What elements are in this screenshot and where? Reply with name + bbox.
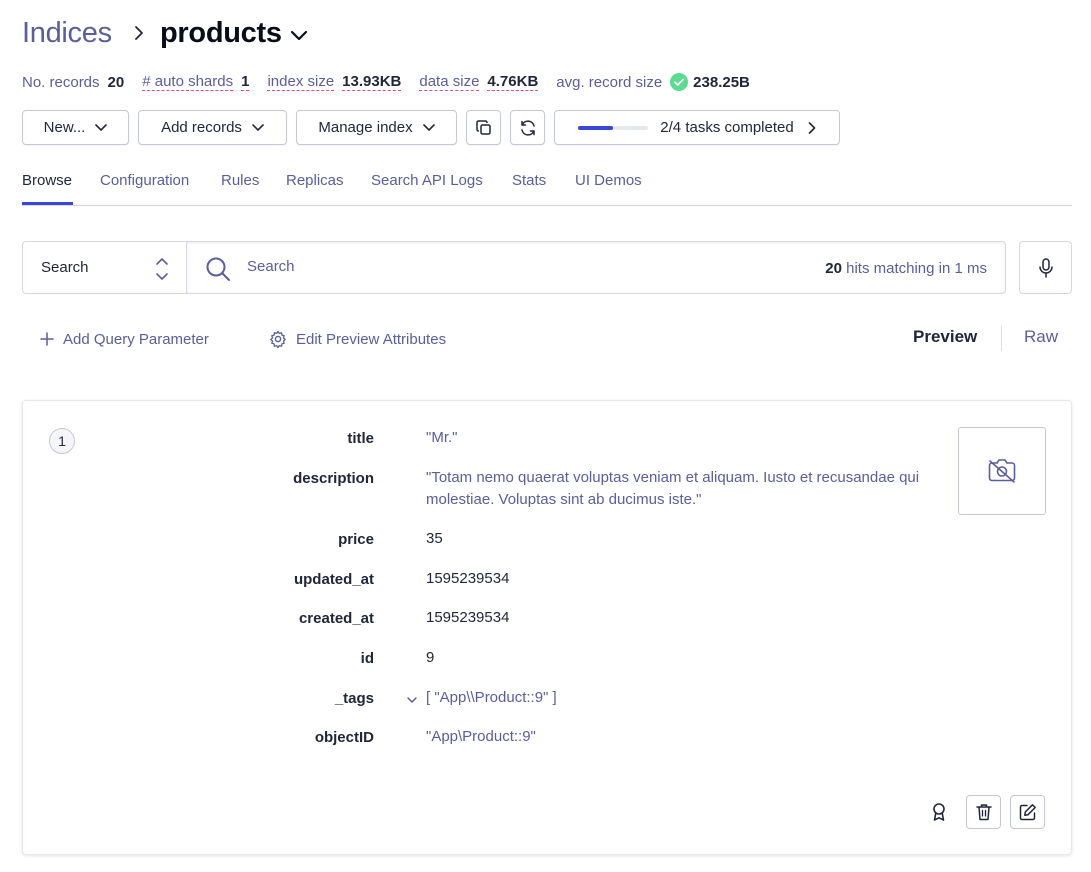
attr-value-tags: [ "App\\Product::9" ]: [426, 689, 557, 706]
stat-value-data-size: 4.76KB: [487, 72, 539, 91]
chevron-right-icon: [135, 26, 143, 40]
index-tabs: Browse Configuration Rules Replicas Sear…: [22, 168, 1072, 206]
delete-record-button[interactable]: [966, 795, 1001, 829]
chevron-down-icon: [95, 123, 108, 131]
attr-value-price: 35: [426, 530, 443, 547]
chevron-down-icon[interactable]: [405, 693, 419, 707]
record-image-placeholder: [958, 427, 1046, 515]
chevron-down-icon: [422, 123, 435, 131]
check-circle-icon: [670, 73, 689, 91]
tasks-progress-fill: [578, 125, 614, 130]
hits-count: 20: [825, 260, 842, 277]
record-card: 1 title "Mr." description "Totam nemo qu…: [22, 400, 1072, 855]
index-stats: No. records 20 # auto shards 1 index siz…: [22, 72, 768, 92]
microphone-icon: [1038, 257, 1053, 278]
tab-search-api-logs[interactable]: Search API Logs: [371, 172, 483, 189]
search-input[interactable]: [247, 258, 747, 275]
preview-toggle[interactable]: Preview: [913, 327, 977, 347]
edit-record-button[interactable]: [1010, 795, 1045, 829]
gear-icon: [270, 330, 286, 348]
edit-preview-attributes-label: Edit Preview Attributes: [296, 330, 447, 348]
voice-search-button[interactable]: [1019, 241, 1072, 294]
search-mode-label: Search: [41, 259, 89, 276]
tab-stats[interactable]: Stats: [512, 172, 546, 189]
copy-index-button[interactable]: [466, 110, 501, 145]
add-query-parameter-label: Add Query Parameter: [63, 330, 209, 348]
search-mode-select[interactable]: Search: [22, 241, 186, 294]
attr-key-description: description: [293, 470, 374, 487]
award-ribbon-icon[interactable]: [929, 802, 949, 822]
tab-browse[interactable]: Browse: [22, 172, 72, 189]
attr-value-created-at: 1595239534: [426, 609, 510, 626]
trash-icon: [975, 804, 992, 821]
refresh-button[interactable]: [510, 110, 545, 145]
record-rank: 1: [49, 428, 75, 454]
manage-index-label: Manage index: [318, 119, 413, 136]
add-records-button[interactable]: Add records: [138, 110, 287, 145]
breadcrumb-current-index[interactable]: products: [160, 17, 282, 50]
chevron-down-icon[interactable]: [290, 28, 308, 44]
view-toggle-divider: [1001, 325, 1002, 351]
attr-value-updated-at: 1595239534: [426, 570, 510, 587]
breadcrumb-root[interactable]: Indices: [22, 17, 112, 50]
active-tab-indicator: [22, 202, 73, 205]
attr-key-title: title: [347, 430, 374, 447]
stat-label-records: No. records: [22, 73, 100, 91]
attr-key-created-at: created_at: [298, 610, 374, 627]
attr-key-price: price: [338, 531, 374, 548]
stat-label-shards[interactable]: # auto shards: [142, 73, 234, 91]
new-button-label: New...: [43, 119, 86, 136]
tasks-progress-bar: [578, 125, 649, 130]
stat-value-shards: 1: [241, 72, 250, 91]
add-query-parameter-button[interactable]: Add Query Parameter: [40, 329, 209, 349]
stat-label-data-size[interactable]: data size: [419, 73, 480, 91]
chevron-down-icon: [252, 123, 264, 131]
attr-key-objectid: objectID: [314, 729, 374, 746]
attr-key-id: id: [360, 650, 374, 667]
new-button[interactable]: New...: [22, 110, 129, 145]
select-arrows-icon: [156, 258, 168, 280]
attr-value-description: "Totam nemo quaerat voluptas veniam et a…: [426, 469, 920, 508]
attr-value-title: "Mr.": [426, 429, 458, 446]
refresh-icon: [520, 119, 535, 136]
tab-configuration[interactable]: Configuration: [100, 172, 189, 189]
stat-value-index-size: 13.93KB: [342, 72, 402, 91]
plus-icon: [40, 332, 54, 346]
edit-preview-attributes-button[interactable]: Edit Preview Attributes: [269, 329, 446, 349]
stat-label-index-size[interactable]: index size: [267, 73, 335, 91]
tab-replicas[interactable]: Replicas: [286, 172, 344, 189]
edit-pencil-icon: [1019, 804, 1036, 821]
tasks-button[interactable]: 2/4 tasks completed: [554, 110, 840, 145]
search-box: 20 hits matching in 1 ms: [186, 241, 1006, 294]
no-image-camera-icon: [988, 459, 1016, 483]
search-icon: [206, 257, 230, 281]
hits-text: hits matching in 1 ms: [841, 260, 987, 277]
tasks-label: 2/4 tasks completed: [660, 119, 794, 136]
tab-ui-demos[interactable]: UI Demos: [575, 172, 642, 189]
manage-index-button[interactable]: Manage index: [296, 110, 457, 145]
attr-key-tags: _tags: [334, 690, 374, 707]
stat-label-avg-record-size: avg. record size: [556, 73, 663, 91]
add-records-label: Add records: [161, 119, 242, 136]
attr-value-id: 9: [426, 649, 435, 666]
attr-key-updated-at: updated_at: [293, 571, 374, 588]
stat-value-records: 20: [107, 73, 125, 91]
stat-value-avg-record-size: 238.25B: [693, 73, 750, 91]
raw-toggle[interactable]: Raw: [1024, 327, 1058, 347]
chevron-right-icon: [808, 121, 816, 134]
hits-summary: 20 hits matching in 1 ms: [825, 260, 987, 277]
copy-icon: [475, 119, 491, 135]
tab-rules[interactable]: Rules: [221, 172, 259, 189]
attr-value-objectid: "App\Product::9": [426, 728, 536, 745]
